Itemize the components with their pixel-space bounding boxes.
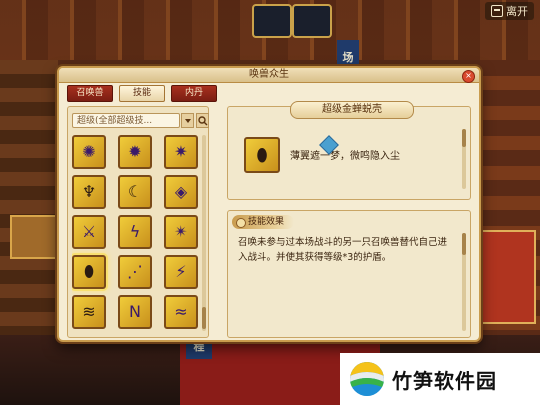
tab-inner-elixir[interactable]: 内丹 xyxy=(171,85,217,102)
skill-fan-icon[interactable]: ♆ xyxy=(72,175,106,209)
skill-claw-icon[interactable]: ⋰ xyxy=(118,255,152,289)
effect-title: 技能效果 xyxy=(232,215,295,229)
leave-label: 离开 xyxy=(506,5,528,18)
skill-flavor-text: 薄翼遮一梦，微鸣隐入尘 xyxy=(290,151,400,162)
leave-button[interactable]: 离开 xyxy=(485,2,534,20)
summon-beast-dialog: 唤兽众生 × 召唤兽 技能 内丹 超级(全部超级技... ✺ ✹ ✷ ♆ ☾ ◈ ⚔ ϟ ✴ ⬮ ⋰… xyxy=(57,66,481,342)
skill-wave-icon[interactable]: ≈ xyxy=(164,295,198,329)
skill-sun-rune-icon[interactable]: ✷ xyxy=(164,135,198,169)
tab-bar: 召唤兽 技能 内丹 xyxy=(67,85,217,102)
tab-summon-beast[interactable]: 召唤兽 xyxy=(67,85,113,102)
skill-shell-icon[interactable]: ⬮ xyxy=(72,255,106,289)
tab-skills[interactable]: 技能 xyxy=(119,85,165,102)
skill-crescent-icon[interactable]: ☾ xyxy=(118,175,152,209)
dialog-title: 唤兽众生 xyxy=(249,69,289,80)
watermark: 竹笋软件园 xyxy=(340,353,540,405)
skill-filter-select[interactable]: 超级(全部超级技... xyxy=(72,113,180,128)
skill-burst-icon[interactable]: ⚡ xyxy=(164,255,198,289)
effect-text: 召唤未参与过本场战斗的另一只召唤兽替代自己进入战斗。并使其获得等级*3的护盾。 xyxy=(238,237,448,263)
abacus-shelf xyxy=(10,215,62,259)
close-icon[interactable]: × xyxy=(462,70,475,83)
skill-sun-rune-icon[interactable]: ✺ xyxy=(72,135,106,169)
skill-list-scrollbar[interactable] xyxy=(202,135,206,331)
lantern-right xyxy=(292,4,332,38)
skill-grid: ✺✹✷♆☾◈⚔ϟ✴⬮⋰⚡≋N≈◎⌘✦ xyxy=(72,135,198,335)
dialog-title-bar: 唤兽众生 × xyxy=(59,68,479,83)
skill-shield-icon[interactable]: ◈ xyxy=(164,175,198,209)
skill-detail-panel: 超级金蝉蜕壳 ⬮ 薄翼遮一梦，微鸣隐入尘 xyxy=(227,101,471,200)
skill-effect-panel: 技能效果 召唤未参与过本场战斗的另一只召唤兽替代自己进入战斗。并使其获得等级*3… xyxy=(227,210,471,338)
chevron-down-icon[interactable] xyxy=(181,113,194,128)
watermark-text: 竹笋软件园 xyxy=(392,368,497,393)
skill-wind-icon[interactable]: ≋ xyxy=(72,295,106,329)
skill-list-panel: 超级(全部超级技... ✺✹✷♆☾◈⚔ϟ✴⬮⋰⚡≋N≈◎⌘✦ xyxy=(67,106,209,338)
skill-sun-rune-icon[interactable]: ✹ xyxy=(118,135,152,169)
skill-rune-n-icon[interactable]: N xyxy=(118,295,152,329)
watermark-logo xyxy=(350,362,384,396)
detail-scrollbar[interactable] xyxy=(462,129,466,189)
lantern-left xyxy=(252,4,292,38)
skill-name: 超级金蝉蜕壳 xyxy=(290,101,414,119)
exit-icon xyxy=(491,5,503,17)
red-cabinet xyxy=(476,230,536,324)
skill-lightning-icon[interactable]: ϟ xyxy=(118,215,152,249)
skill-vortex-icon[interactable]: ✴ xyxy=(164,215,198,249)
effect-scrollbar[interactable] xyxy=(462,233,466,331)
search-icon[interactable] xyxy=(196,113,209,128)
selected-skill-shell-icon: ⬮ xyxy=(244,137,280,173)
skill-sword-icon[interactable]: ⚔ xyxy=(72,215,106,249)
